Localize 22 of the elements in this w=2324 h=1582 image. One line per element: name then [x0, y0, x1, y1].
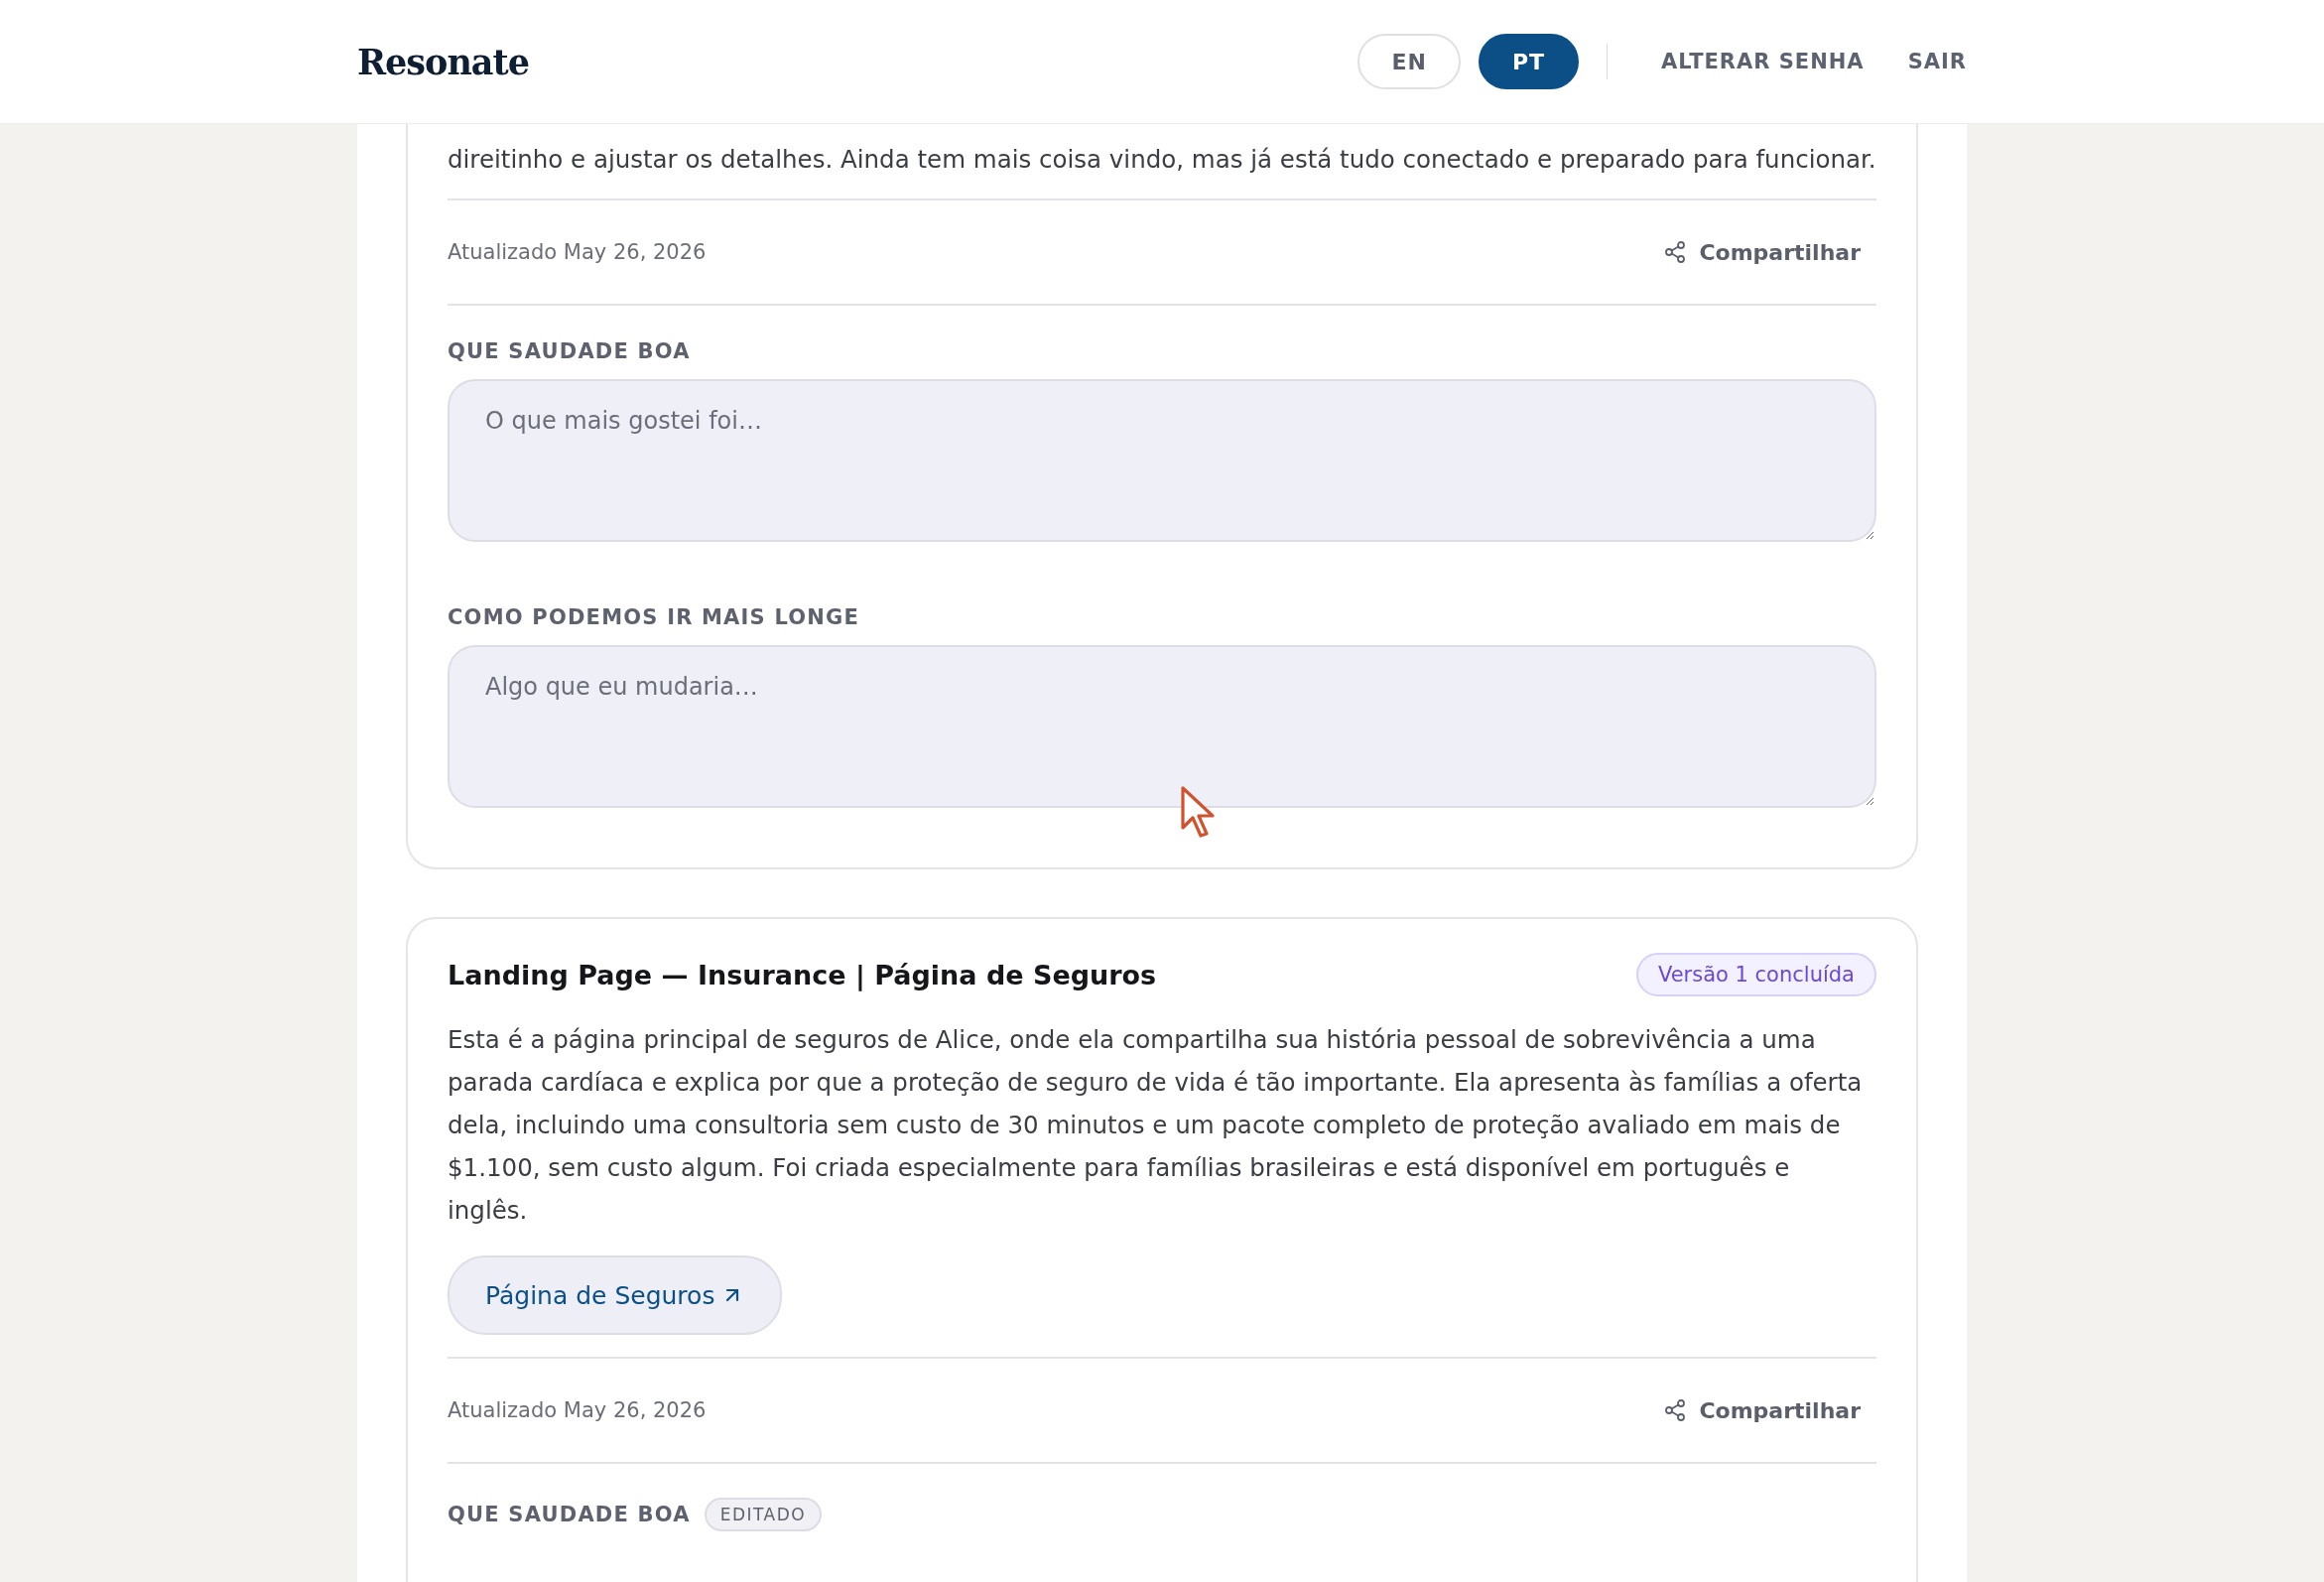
feedback-field[interactable]: O que mais gostei foi…	[448, 379, 1876, 542]
feedback-field[interactable]: Algo que eu mudaria…	[448, 645, 1876, 808]
field-label: QUE SAUDADE BOA	[448, 1503, 691, 1526]
language-toggle[interactable]: PT	[1478, 34, 1579, 89]
card-description: direitinho e ajustar os detalhes. Ainda tem mais coisa vindo, mas já está tudo conectado e preparado para funcionar.	[448, 144, 1876, 176]
logo: Resonate	[357, 41, 529, 82]
language-toggle[interactable]: EN	[1357, 34, 1461, 89]
share-icon	[1663, 1398, 1688, 1422]
nav-link[interactable]: ALTERAR SENHA	[1661, 50, 1865, 73]
share-icon	[1663, 240, 1688, 264]
share-button[interactable]: Compartilhar	[1647, 1397, 1876, 1423]
updated-date: Atualizado May 26, 2026	[448, 1398, 707, 1422]
field-label: COMO PODEMOS IR MAIS LONGE	[448, 605, 860, 629]
card-description: Esta é a página principal de seguros de Alice, onde ela compartilha sua história pessoal de sobrevivência a uma parada cardíaca e explica por que a proteção de seguro de vida é tão importante. Ela apresenta às famílias a oferta dela, incluindo uma consultoria sem custo de 30 minutos e um pacote completo de proteção avaliado em mais de $1.100, sem custo algum. Foi criada especialmente para famílias brasileiras e está disponível em português e inglês.	[448, 1024, 1864, 1227]
field-label: QUE SAUDADE BOA	[448, 339, 691, 363]
share-button[interactable]: Compartilhar	[1647, 239, 1876, 265]
updated-date: Atualizado May 26, 2026	[448, 240, 707, 264]
nav-link[interactable]: SAIR	[1907, 50, 1967, 73]
page-link[interactable]: Página de Seguros	[448, 1255, 783, 1335]
status-badge: Versão 1 concluída	[1635, 953, 1876, 996]
card-title: Landing Page — Insurance | Página de Seguros	[448, 959, 1157, 990]
edited-badge: EDITADO	[704, 1498, 823, 1531]
